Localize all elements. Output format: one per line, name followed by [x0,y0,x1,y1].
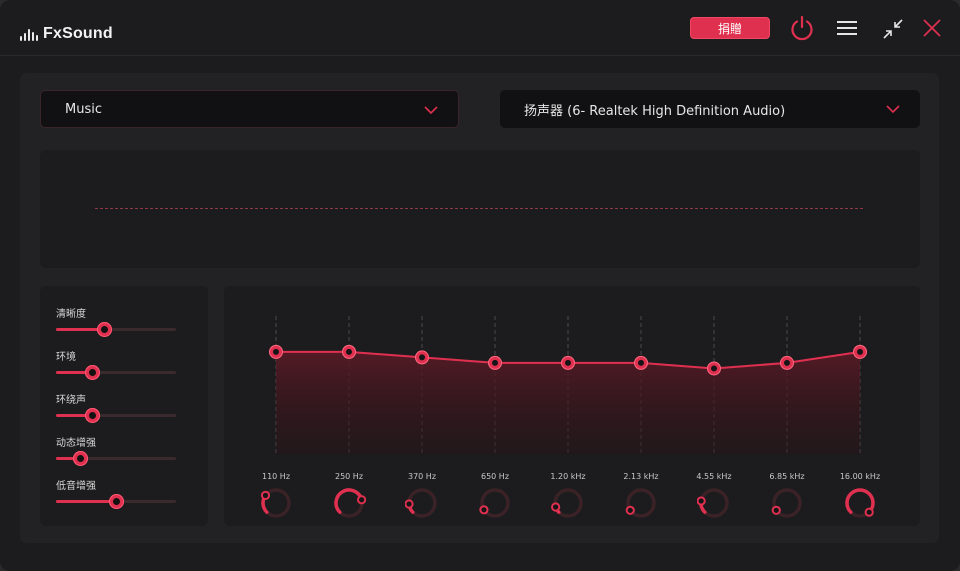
effect-slider-thumb[interactable] [73,451,88,466]
knob-indicator [697,496,706,506]
eq-band-handle-center [492,359,498,366]
effect-slider-4: 低音增强 [56,480,176,509]
effect-slider-2: 环绕声 [56,394,176,423]
eq-frequency-label: 16.00 kHz [839,472,881,481]
eq-frequency-label: 6.85 kHz [769,472,805,481]
effect-slider-thumb[interactable] [97,322,112,337]
app-name: FxSound [43,25,113,42]
eq-frequency-label: 370 Hz [407,472,437,481]
effect-slider-fill [56,500,116,503]
collapse-arrows-icon[interactable] [881,17,905,41]
app-window: FxSound 捐贈 Music 扬声器 (6- Realtek High De [0,0,960,571]
output-device-selected-value: 扬声器 (6- Realtek High Definition Audio) [524,103,786,119]
effect-slider-thumb[interactable] [85,365,100,380]
eq-band-handle-center [784,359,790,366]
power-icon[interactable] [788,14,816,42]
output-device-dropdown[interactable]: 扬声器 (6- Realtek High Definition Audio) [500,90,920,128]
effect-slider-track[interactable] [56,494,176,509]
eq-band-handle-center [565,359,571,366]
eq-frequency-label: 1.20 kHz [550,472,586,481]
eq-band-handle-center [711,365,717,372]
eq-band-knob[interactable] [259,486,293,520]
effects-panel: 清晰度环境环绕声动态增强低音增强 [40,286,208,526]
eq-band-knob[interactable] [332,486,366,520]
hamburger-menu-icon[interactable] [836,18,858,38]
effect-slider-track[interactable] [56,365,176,380]
logo-bars-icon [20,27,38,41]
knob-indicator [864,507,874,517]
effect-slider-track[interactable] [56,322,176,337]
equalizer-panel: 110 Hz 250 Hz 370 Hz 650 Hz 1.20 kHz 2.13 kHz… [224,286,920,526]
effect-slider-0: 清晰度 [56,308,176,337]
effect-label: 动态增强 [56,438,96,449]
donate-button[interactable]: 捐贈 [690,17,770,39]
knob-indicator [771,505,781,515]
effect-slider-thumb[interactable] [85,408,100,423]
eq-frequency-label: 2.13 kHz [623,472,659,481]
knob-indicator [625,505,635,515]
preset-selected-value: Music [65,101,102,117]
eq-band-handle-center [857,348,863,355]
knob-indicator [260,490,271,500]
effect-slider-track[interactable] [56,408,176,423]
title-bar: FxSound 捐贈 [0,0,960,56]
eq-band-knob[interactable] [697,486,731,520]
chevron-down-icon [886,105,900,114]
eq-frequency-label: 4.55 kHz [696,472,732,481]
eq-frequency-label: 650 Hz [480,472,510,481]
knob-indicator [551,502,561,512]
eq-band-handle-center [273,348,279,355]
knob-indicator [405,499,414,509]
eq-band-handle-center [419,354,425,361]
eq-band-knob[interactable] [624,486,658,520]
close-x-icon[interactable] [921,17,943,39]
chevron-down-icon [424,106,438,115]
eq-band-handle-center [346,348,352,355]
eq-band-knob[interactable] [843,486,877,520]
effect-label: 环境 [56,352,76,363]
preset-dropdown[interactable]: Music [40,90,459,128]
eq-band-knob[interactable] [551,486,585,520]
spectrum-visualizer [40,150,920,268]
effect-slider-3: 动态增强 [56,437,176,466]
knob-indicator [479,505,489,515]
eq-band-knob[interactable] [770,486,804,520]
visualizer-baseline [95,208,863,209]
effect-label: 环绕声 [56,395,86,406]
effect-slider-track[interactable] [56,451,176,466]
eq-band-knob[interactable] [478,486,512,520]
eq-frequency-label: 110 Hz [261,472,291,481]
effect-slider-thumb[interactable] [109,494,124,509]
knob-indicator [356,495,366,505]
effect-slider-1: 环境 [56,351,176,380]
eq-band-handle-center [638,359,644,366]
eq-frequency-label: 250 Hz [334,472,364,481]
app-logo: FxSound [20,25,113,43]
effect-label: 清晰度 [56,309,86,320]
effect-label: 低音增强 [56,481,96,492]
eq-band-knob[interactable] [405,486,439,520]
